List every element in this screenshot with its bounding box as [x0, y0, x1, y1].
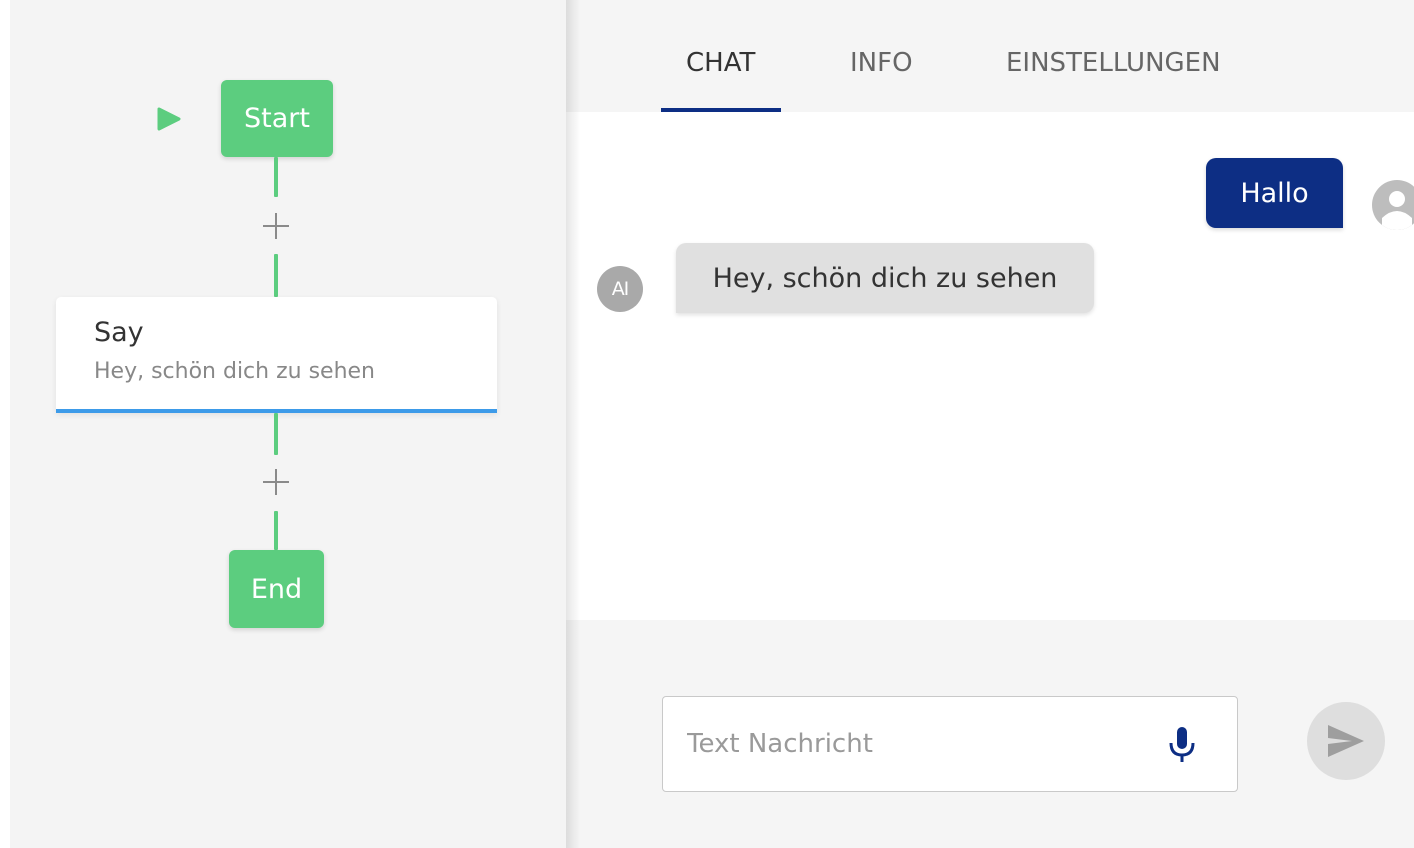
message-field[interactable]	[662, 696, 1238, 792]
say-node-subtitle: Hey, schön dich zu sehen	[94, 359, 375, 384]
user-avatar-icon	[1372, 180, 1414, 230]
add-step-plus-icon[interactable]	[261, 467, 291, 497]
add-step-plus-icon[interactable]	[261, 211, 291, 241]
active-tab-indicator	[661, 108, 781, 112]
tab-chat[interactable]: CHAT	[686, 48, 755, 78]
tab-bar: CHAT INFO EINSTELLUNGEN	[566, 0, 1414, 112]
user-message-bubble: Hallo	[1206, 158, 1343, 228]
message-input[interactable]	[687, 721, 1147, 767]
end-node-label: End	[250, 573, 303, 605]
start-node[interactable]: Start	[221, 80, 333, 157]
end-node[interactable]: End	[229, 550, 324, 628]
play-icon[interactable]	[156, 107, 182, 131]
say-node[interactable]: Say Hey, schön dich zu sehen	[56, 297, 497, 413]
bot-avatar-text: AI	[611, 278, 630, 300]
say-node-title: Say	[94, 317, 144, 348]
chat-panel: CHAT INFO EINSTELLUNGEN Hallo AI Hey, sc…	[566, 0, 1414, 848]
tab-info[interactable]: INFO	[850, 48, 913, 78]
user-message-text: Hallo	[1240, 177, 1309, 209]
send-icon	[1328, 725, 1364, 757]
connector-line	[274, 511, 278, 550]
panel-divider-shadow	[566, 0, 580, 848]
bot-avatar: AI	[597, 266, 643, 312]
connector-line	[274, 157, 278, 197]
message-composer	[566, 620, 1414, 848]
start-node-label: Start	[244, 103, 310, 134]
connector-line	[274, 254, 278, 297]
left-edge	[0, 0, 10, 848]
microphone-icon[interactable]	[1165, 725, 1199, 765]
tab-settings[interactable]: EINSTELLUNGEN	[1006, 48, 1221, 78]
bot-message-bubble: Hey, schön dich zu sehen	[676, 243, 1094, 313]
bot-message-text: Hey, schön dich zu sehen	[712, 262, 1058, 294]
connector-line	[274, 413, 278, 455]
send-button[interactable]	[1307, 702, 1385, 780]
